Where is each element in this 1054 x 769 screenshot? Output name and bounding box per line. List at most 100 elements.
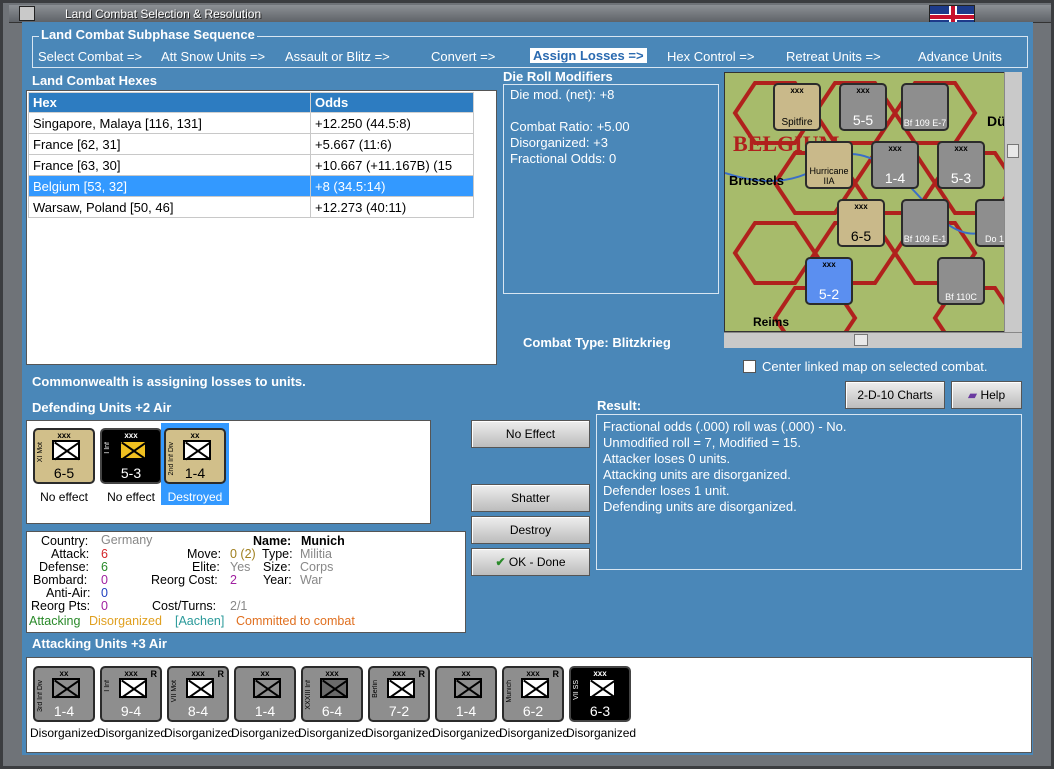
- cost-turns-value: 2/1: [230, 599, 248, 613]
- unit-value: 6-3: [589, 703, 611, 719]
- table-row[interactable]: Warsaw, Poland [50, 46] +12.273 (40:11): [28, 196, 474, 218]
- unit-size: xxx: [57, 431, 71, 440]
- defending-result: No effect: [40, 490, 88, 504]
- unit-size: xx: [461, 669, 471, 678]
- map-vertical-scrollbar[interactable]: [1004, 72, 1022, 332]
- step-att-snow-units[interactable]: Att Snow Units =>: [161, 49, 265, 64]
- step-hex-control[interactable]: Hex Control =>: [667, 49, 754, 64]
- unit-size: xx: [190, 431, 200, 440]
- column-hex[interactable]: Hex: [28, 92, 311, 113]
- map-unit[interactable]: Bf 110C: [937, 257, 985, 305]
- table-row[interactable]: Singapore, Malaya [116, 131] +12.250 (44.…: [28, 112, 474, 134]
- map-unit[interactable]: Bf 109 E-1: [901, 199, 949, 247]
- checkmark-icon: ✔: [495, 555, 506, 569]
- unit-size: xxx: [124, 431, 138, 440]
- map-unit[interactable]: xxx 1-4: [871, 141, 919, 189]
- system-menu-button[interactable]: [19, 6, 35, 21]
- reorg-pts-label: Reorg Pts:: [31, 599, 91, 613]
- size-label: Size:: [263, 560, 291, 574]
- year-value: War: [300, 573, 323, 587]
- attacking-status: Disorganized: [432, 726, 503, 740]
- defending-unit[interactable]: xxx I Inf 5-3: [100, 428, 162, 484]
- attacking-unit[interactable]: xx 1-4: [234, 666, 296, 722]
- country-value: Germany: [101, 533, 153, 547]
- sequence-title: Land Combat Subphase Sequence: [39, 27, 257, 42]
- attacking-unit[interactable]: xxx R Munich 6-2: [502, 666, 564, 722]
- table-row-selected[interactable]: Belgium [53, 32] +8 (34.5:14): [28, 175, 474, 197]
- militia-icon: [521, 678, 549, 698]
- unit-value: 1-4: [53, 703, 75, 719]
- table-row[interactable]: France [62, 31] +5.667 (11:6): [28, 133, 474, 155]
- help-button[interactable]: ▰ Help: [951, 381, 1022, 409]
- odds-cell: +12.250 (44.5:8): [310, 112, 474, 134]
- type-label: Type:: [262, 547, 293, 561]
- step-convert[interactable]: Convert =>: [431, 49, 495, 64]
- combat-type: Combat Type: Blitzkrieg: [523, 335, 671, 350]
- combat-hexes-table: Hex Odds Singapore, Malaya [116, 131] +12…: [28, 92, 474, 218]
- unit-designation: XI Mot: [37, 442, 44, 463]
- attacking-unit[interactable]: xxx XXXIII Inf 6-4: [301, 666, 363, 722]
- reserve-marker: R: [217, 669, 225, 679]
- step-select-combat[interactable]: Select Combat =>: [38, 49, 142, 64]
- map-unit-value: 6-5: [850, 228, 872, 244]
- unit-value: 5-3: [120, 465, 142, 481]
- attacking-unit[interactable]: xxx R Berlin 7-2: [368, 666, 430, 722]
- unit-value: 8-4: [187, 703, 209, 719]
- defending-unit[interactable]: xxx XI Mot 6-5: [33, 428, 95, 484]
- cost-turns-label: Cost/Turns:: [152, 599, 217, 613]
- help-book-icon: ▰: [967, 388, 978, 402]
- defense-label: Defense:: [39, 560, 90, 574]
- step-assault-blitz[interactable]: Assault or Blitz =>: [285, 49, 390, 64]
- map-unit[interactable]: xxx 5-3: [937, 141, 985, 189]
- attacking-unit[interactable]: xx 1-4: [435, 666, 497, 722]
- ok-done-button[interactable]: ✔ OK - Done: [471, 548, 590, 576]
- map-horizontal-scrollbar[interactable]: [724, 332, 1022, 348]
- shatter-button[interactable]: Shatter: [471, 484, 590, 512]
- map-unit[interactable]: Hurricane IIA: [805, 141, 853, 189]
- linked-map[interactable]: BELGIUM Brussels Reims Dü xxx Spitfire xx…: [724, 72, 1022, 332]
- step-retreat-units[interactable]: Retreat Units =>: [786, 49, 881, 64]
- defending-unit[interactable]: xx 2nd Inf Div 1-4: [164, 428, 226, 484]
- unit-value: 6-2: [522, 703, 544, 719]
- no-effect-button[interactable]: No Effect: [471, 420, 590, 448]
- defending-result: No effect: [107, 490, 155, 504]
- unit-designation: I Inf: [104, 442, 111, 454]
- result-line: Fractional odds (.000) roll was (.000) -…: [603, 419, 847, 434]
- reserve-marker: R: [552, 669, 560, 679]
- map-unit[interactable]: Bf 109 E-7: [901, 83, 949, 131]
- table-row[interactable]: France [63, 30] +10.667 (+11.167B) (15: [28, 154, 474, 176]
- charts-button[interactable]: 2-D-10 Charts: [845, 381, 945, 409]
- unit-value: 6-5: [53, 465, 75, 481]
- attacking-status: Disorganized: [499, 726, 570, 740]
- step-advance-units[interactable]: Advance Units: [918, 49, 1002, 64]
- map-unit[interactable]: xxx 6-5: [837, 199, 885, 247]
- attacking-status: Disorganized: [566, 726, 637, 740]
- attacking-unit[interactable]: xxx VII SS 6-3: [569, 666, 631, 722]
- map-unit[interactable]: xxx 5-2: [805, 257, 853, 305]
- status-message: Commonwealth is assigning losses to unit…: [32, 374, 306, 389]
- type-value: Militia: [300, 547, 332, 561]
- attack-value: 6: [101, 547, 108, 561]
- map-unit[interactable]: xxx 5-5: [839, 83, 887, 131]
- country-label: Country:: [41, 534, 89, 548]
- scroll-thumb[interactable]: [1007, 144, 1019, 158]
- scroll-thumb[interactable]: [854, 334, 868, 346]
- unit-designation: I Inf: [104, 680, 111, 692]
- name-label: Name:: [253, 534, 292, 548]
- unit-designation: VII SS: [573, 680, 580, 700]
- attacking-status: Disorganized: [164, 726, 235, 740]
- map-unit[interactable]: xxx Spitfire: [773, 83, 821, 131]
- center-map-checkbox[interactable]: [743, 360, 756, 373]
- column-odds[interactable]: Odds: [310, 92, 474, 113]
- destroy-button[interactable]: Destroy: [471, 516, 590, 544]
- unit-value: 1-4: [254, 703, 276, 719]
- infantry-icon: [183, 440, 211, 460]
- unit-size: xx: [260, 669, 270, 678]
- attacking-unit[interactable]: xxx R VII Mot 8-4: [167, 666, 229, 722]
- map-unit-name: Hurricane IIA: [809, 166, 849, 186]
- step-assign-losses[interactable]: Assign Losses =>: [530, 48, 647, 63]
- attacking-unit[interactable]: xxx R I Inf 9-4: [100, 666, 162, 722]
- odds-cell: +10.667 (+11.167B) (15: [310, 154, 474, 176]
- infantry-icon: [52, 440, 80, 460]
- attacking-unit[interactable]: xx 3rd Inf Div 1-4: [33, 666, 95, 722]
